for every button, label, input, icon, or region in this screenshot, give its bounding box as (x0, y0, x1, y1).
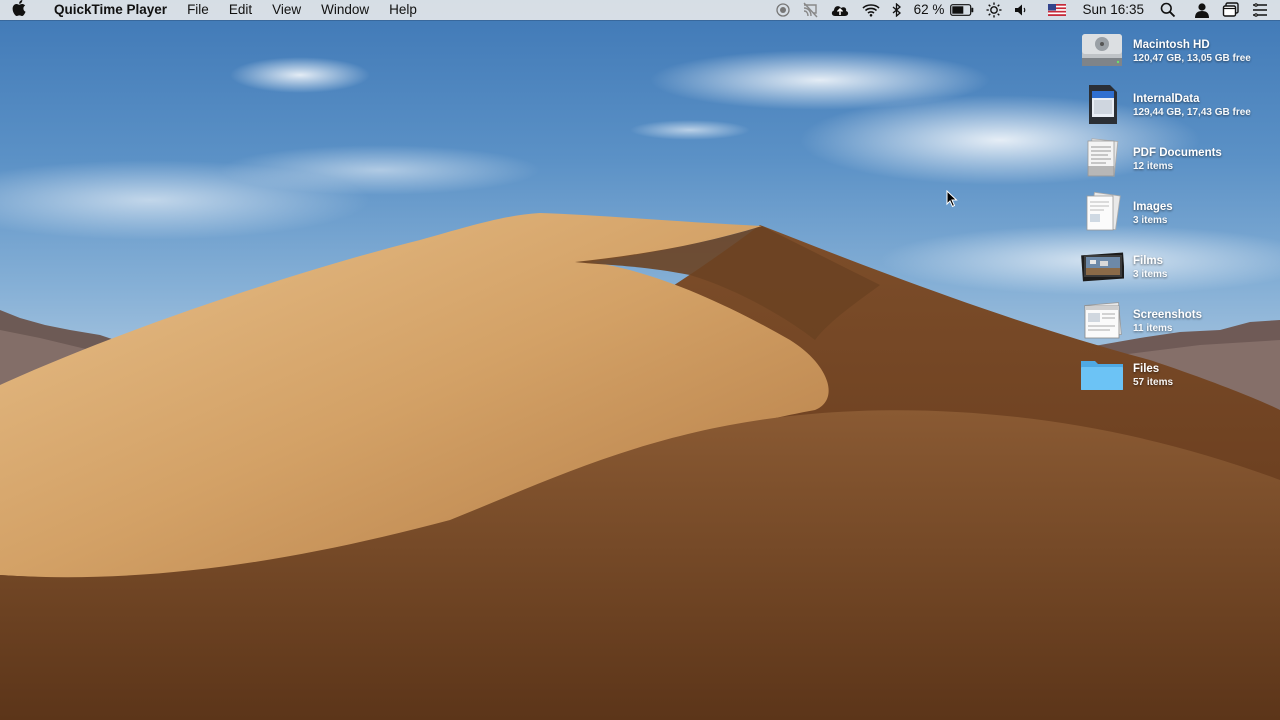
images-stack-icon (1080, 190, 1124, 234)
app-menu-quicktime-player[interactable]: QuickTime Player (38, 0, 177, 20)
desktop-item-screenshots[interactable]: Screenshots 11 items (1076, 298, 1276, 346)
us-flag-icon[interactable] (1034, 0, 1072, 20)
battery-percent[interactable]: 62 % (908, 0, 951, 20)
clock[interactable]: Sun 16:35 (1072, 0, 1154, 20)
desktop-item-info: 57 items (1133, 377, 1174, 388)
spotlight-search-icon[interactable] (1154, 0, 1182, 20)
menu-edit[interactable]: Edit (219, 0, 262, 20)
cloud-upload-icon[interactable] (824, 0, 856, 20)
brightness-icon[interactable] (980, 0, 1008, 20)
films-stack-icon (1080, 244, 1125, 288)
sd-card-icon (1080, 82, 1124, 126)
wifi-icon[interactable] (856, 0, 886, 20)
desktop-item-name: InternalData (1133, 93, 1200, 105)
menu-file[interactable]: File (177, 0, 219, 20)
desktop-item-info: 3 items (1133, 269, 1168, 280)
desktop-item-info: 129,44 GB, 17,43 GB free (1133, 107, 1251, 118)
desktop-item-name: Macintosh HD (1133, 39, 1210, 51)
desktop-item-name: Films (1133, 255, 1164, 267)
menu-window[interactable]: Window (311, 0, 379, 20)
desktop-item-files[interactable]: Files 57 items (1076, 352, 1276, 400)
desktop-item-info: 11 items (1133, 323, 1173, 334)
screen-record-icon[interactable] (770, 0, 796, 20)
airplay-off-icon[interactable] (796, 0, 824, 20)
apple-logo-icon[interactable] (0, 0, 38, 20)
mouse-cursor-icon (946, 189, 958, 213)
desktop-item-info: 120,47 GB, 13,05 GB free (1133, 53, 1251, 64)
volume-icon[interactable] (1008, 0, 1034, 20)
desktop-item-name: Images (1133, 201, 1173, 213)
desktop[interactable]: QuickTime Player File Edit View Window H… (0, 0, 1280, 720)
menu-view[interactable]: View (262, 0, 311, 20)
folder-icon (1080, 352, 1124, 396)
desktop-item-images[interactable]: Images 3 items (1076, 190, 1276, 238)
hard-drive-icon (1080, 28, 1124, 72)
bluetooth-icon[interactable] (886, 0, 908, 20)
desktop-item-name: Files (1133, 363, 1160, 375)
user-icon[interactable] (1182, 0, 1216, 20)
menu-bar: QuickTime Player File Edit View Window H… (0, 0, 1280, 20)
desktop-item-name: PDF Documents (1133, 147, 1222, 159)
desktop-item-info: 3 items (1133, 215, 1168, 226)
battery-icon[interactable] (950, 0, 980, 20)
desktop-item-info: 12 items (1133, 161, 1174, 172)
mission-control-icon[interactable] (1216, 0, 1246, 20)
screenshots-stack-icon (1080, 298, 1124, 342)
desktop-item-name: Screenshots (1133, 309, 1203, 321)
pdf-stack-icon (1080, 136, 1124, 180)
menu-help[interactable]: Help (379, 0, 427, 20)
desktop-item-macintosh-hd[interactable]: Macintosh HD 120,47 GB, 13,05 GB free (1076, 28, 1276, 76)
desktop-item-internaldata[interactable]: InternalData 129,44 GB, 17,43 GB free (1076, 82, 1276, 130)
desktop-item-films[interactable]: Films 3 items (1076, 244, 1276, 292)
control-menu-icon[interactable] (1246, 0, 1280, 20)
desktop-item-pdf-documents[interactable]: PDF Documents 12 items (1076, 136, 1276, 184)
